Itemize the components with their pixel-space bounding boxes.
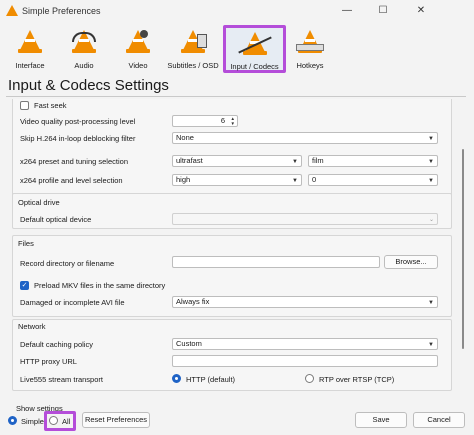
x264-level-select[interactable]: 0 ▼: [308, 174, 438, 186]
tab-input-codecs[interactable]: Input / Codecs: [223, 25, 286, 73]
http-default-radio[interactable]: [172, 374, 181, 383]
fast-seek-label: Fast seek: [34, 101, 67, 110]
record-directory-input[interactable]: [172, 256, 380, 268]
http-proxy-label: HTTP proxy URL: [20, 357, 77, 366]
rtp-over-rtsp-radio[interactable]: [305, 374, 314, 383]
title-bar: Simple Preferences — ☐ ✕: [0, 0, 474, 22]
caching-policy-select[interactable]: Custom ▼: [172, 338, 438, 350]
x264-preset-select[interactable]: ultrafast ▼: [172, 155, 302, 167]
category-toolbar: Interface Audio Video Subtitles / OSD In…: [0, 24, 474, 74]
tab-video[interactable]: Video: [116, 24, 160, 74]
x264-profile-value: high: [176, 175, 191, 184]
tab-subtitles-osd[interactable]: Subtitles / OSD: [164, 24, 222, 74]
damaged-avi-label: Damaged or incomplete AVI file: [20, 298, 125, 307]
caching-policy-label: Default caching policy: [20, 340, 93, 349]
chevron-down-icon: ▼: [428, 300, 434, 306]
x264-tuning-value: film: [312, 156, 324, 165]
hotkeys-cone-icon: [296, 30, 324, 53]
minimize-button[interactable]: —: [330, 0, 364, 22]
input-codecs-cone-icon: [237, 32, 272, 55]
preload-mkv-label: Preload MKV files in the same directory: [34, 281, 166, 290]
preload-mkv-checkbox[interactable]: ✓: [20, 281, 29, 290]
subtitles-cone-icon: [181, 30, 207, 53]
chevron-down-icon: ▼: [428, 136, 434, 142]
cancel-button[interactable]: Cancel: [413, 412, 465, 428]
chevron-down-icon: ▼: [428, 178, 434, 184]
video-quality-spinbox[interactable]: 6 ▲ ▼: [172, 115, 238, 127]
headphones-cone-icon: [72, 30, 96, 53]
video-quality-label: Video quality post-processing level: [20, 117, 136, 126]
fast-seek-checkbox[interactable]: [20, 101, 29, 110]
all-radio[interactable]: [49, 416, 58, 425]
window-title: Simple Preferences: [22, 6, 101, 16]
x264-preset-value: ultrafast: [176, 156, 203, 165]
optical-device-label: Default optical device: [20, 215, 92, 224]
all-label: All: [62, 417, 71, 426]
http-proxy-input[interactable]: [172, 355, 438, 367]
caching-policy-value: Custom: [176, 339, 202, 348]
skip-h264-select[interactable]: None ▼: [172, 132, 438, 144]
simple-radio[interactable]: [8, 416, 17, 425]
tab-audio-label: Audio: [74, 61, 94, 70]
x264-level-value: 0: [312, 175, 317, 184]
tab-subtitles-osd-label: Subtitles / OSD: [167, 61, 219, 70]
page-title: Input & Codecs Settings: [8, 77, 169, 94]
chevron-down-icon: ▼: [428, 342, 434, 348]
tab-audio[interactable]: Audio: [62, 24, 106, 74]
skip-h264-value: None: [176, 133, 194, 142]
skip-h264-label: Skip H.264 in-loop deblocking filter: [20, 134, 136, 143]
reset-preferences-button[interactable]: Reset Preferences: [82, 412, 150, 428]
live555-label: Live555 stream transport: [20, 375, 103, 384]
save-button[interactable]: Save: [355, 412, 407, 428]
tab-hotkeys[interactable]: Hotkeys: [290, 24, 330, 74]
browse-button[interactable]: Browse...: [384, 255, 438, 269]
chevron-down-icon: ▼: [292, 159, 298, 165]
damaged-avi-value: Always fix: [176, 297, 210, 306]
vertical-scrollbar[interactable]: [460, 99, 466, 399]
x264-preset-label: x264 preset and tuning selection: [20, 157, 128, 166]
video-quality-value: 6: [220, 116, 225, 125]
x264-tuning-select[interactable]: film ▼: [308, 155, 438, 167]
optical-drive-title: Optical drive: [18, 198, 60, 207]
scrollbar-thumb[interactable]: [462, 149, 464, 349]
x264-profile-select[interactable]: high ▼: [172, 174, 302, 186]
vlc-cone-icon: [18, 30, 42, 53]
maximize-button[interactable]: ☐: [366, 0, 400, 22]
chevron-down-icon: ▼: [428, 159, 434, 165]
chevron-down-icon: ⌄: [428, 217, 434, 223]
simple-label: Simple: [21, 417, 44, 426]
bottom-bar: Show settings Simple All Reset Preferenc…: [0, 400, 474, 435]
network-title: Network: [18, 322, 46, 331]
damaged-avi-select[interactable]: Always fix ▼: [172, 296, 438, 308]
rtp-over-rtsp-label: RTP over RTSP (TCP): [319, 375, 395, 384]
video-cone-icon: [126, 30, 150, 53]
vlc-app-icon: [6, 5, 18, 16]
chevron-down-icon: ▼: [292, 178, 298, 184]
tab-hotkeys-label: Hotkeys: [296, 61, 324, 70]
files-title: Files: [18, 239, 34, 248]
http-default-label: HTTP (default): [186, 375, 236, 384]
tab-input-codecs-label: Input / Codecs: [230, 62, 279, 71]
spin-down-icon[interactable]: ▼: [231, 121, 235, 126]
tab-video-label: Video: [128, 61, 148, 70]
tab-interface-label: Interface: [15, 61, 45, 70]
optical-device-select[interactable]: ⌄: [172, 213, 438, 225]
settings-panel: Fast seek Video quality post-processing …: [6, 99, 466, 399]
title-divider: [6, 96, 466, 97]
record-directory-label: Record directory or filename: [20, 259, 115, 268]
x264-profile-label: x264 profile and level selection: [20, 176, 123, 185]
close-button[interactable]: ✕: [404, 0, 438, 22]
tab-interface[interactable]: Interface: [8, 24, 52, 74]
